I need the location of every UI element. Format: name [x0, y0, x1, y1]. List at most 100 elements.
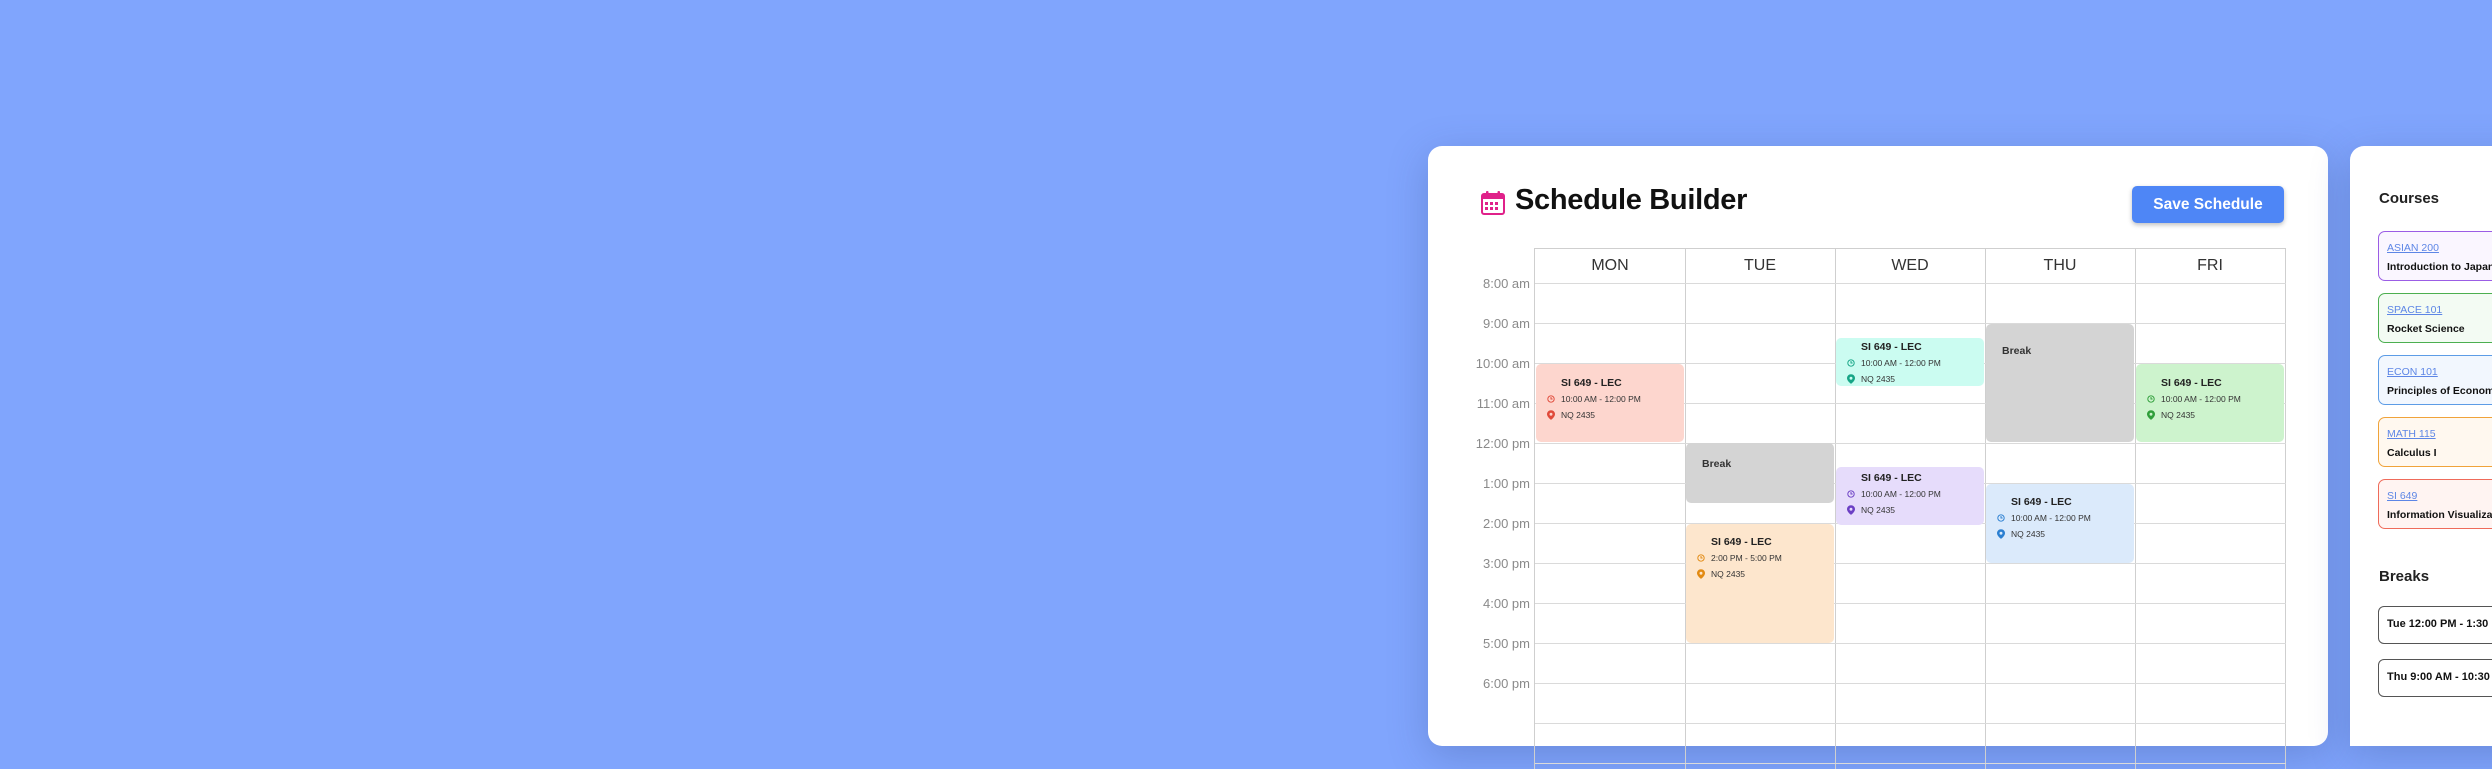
break-item[interactable]: Tue 12:00 PM - 1:30 PM	[2378, 606, 2492, 644]
event-block-wed[interactable]: SI 649 - LEC 10:00 AM - 12:00 PM NQ 2435	[1836, 338, 1984, 386]
event-time: 10:00 AM - 12:00 PM	[1861, 358, 1941, 368]
grid-line	[1535, 723, 2286, 724]
day-header-mon: MON	[1591, 257, 1629, 274]
event-location: NQ 2435	[1561, 410, 1596, 420]
day-header-fri: FRI	[2197, 257, 2223, 274]
break-item[interactable]: Thu 9:00 AM - 10:30 AM	[2378, 659, 2492, 697]
event-time: 10:00 AM - 12:00 PM	[2161, 394, 2241, 404]
course-name: Rocket Science	[2387, 323, 2465, 335]
day-header-tue: TUE	[1744, 257, 1776, 274]
event-time: 10:00 AM - 12:00 PM	[2011, 513, 2091, 523]
time-label: 11:00 am	[1476, 396, 1530, 411]
sidebar-panel: Courses ASIAN 200 Introduction to Japane…	[2350, 146, 2492, 746]
grid-line	[2285, 249, 2286, 769]
grid-line	[1535, 643, 2286, 644]
course-name: Calculus I	[2387, 447, 2437, 459]
event-location: NQ 2435	[2161, 410, 2196, 420]
course-code-link[interactable]: ASIAN 200	[2387, 242, 2492, 254]
event-time-row: 10:00 AM - 12:00 PM	[1547, 394, 1684, 404]
calendar-icon	[1481, 191, 1505, 215]
clock-icon	[1997, 514, 2005, 522]
time-label: 8:00 am	[1483, 276, 1530, 291]
time-label: 3:00 pm	[1483, 556, 1530, 571]
event-location-row: NQ 2435	[1847, 505, 1984, 515]
time-label: 6:00 pm	[1483, 676, 1530, 691]
event-title: SI 649 - LEC	[2011, 496, 2072, 508]
course-name: Principles of Economics	[2387, 385, 2492, 397]
grid-line	[1535, 683, 2286, 684]
event-block-tue[interactable]: SI 649 - LEC 2:00 PM - 5:00 PM NQ 2435	[1686, 524, 1834, 643]
event-block-wed-afternoon[interactable]: SI 649 - LEC 10:00 AM - 12:00 PM NQ 2435	[1836, 467, 1984, 525]
schedule-grid: MON TUE WED THU FRI SI 649 - LEC 10:00 A…	[1534, 248, 2286, 769]
course-name: Information Visualization	[2387, 509, 2492, 521]
grid-line	[1535, 763, 2286, 764]
location-pin-icon	[2147, 410, 2155, 420]
event-time: 10:00 AM - 12:00 PM	[1861, 489, 1941, 499]
time-label: 1:00 pm	[1483, 476, 1530, 491]
event-time-row: 10:00 AM - 12:00 PM	[1847, 358, 1984, 368]
event-block-fri[interactable]: SI 649 - LEC 10:00 AM - 12:00 PM NQ 2435	[2136, 364, 2284, 442]
location-pin-icon	[1847, 505, 1855, 515]
course-item[interactable]: SI 649 Information Visualization	[2378, 479, 2492, 529]
course-item[interactable]: SPACE 101 Rocket Science	[2378, 293, 2492, 343]
day-header-thu: THU	[2043, 257, 2077, 274]
event-title: SI 649 - LEC	[1861, 472, 1922, 484]
course-item[interactable]: MATH 115 Calculus I	[2378, 417, 2492, 467]
location-pin-icon	[1997, 529, 2005, 539]
event-block-mon[interactable]: SI 649 - LEC 10:00 AM - 12:00 PM NQ 2435	[1536, 364, 1684, 442]
event-title: SI 649 - LEC	[1561, 377, 1622, 389]
event-time-row: 10:00 AM - 12:00 PM	[1997, 513, 2134, 523]
breaks-heading: Breaks	[2379, 568, 2430, 585]
course-code-link[interactable]: ECON 101	[2387, 366, 2492, 378]
event-location-row: NQ 2435	[1847, 374, 1984, 384]
grid-line	[1535, 323, 2286, 324]
grid-line	[1685, 249, 1686, 769]
course-item[interactable]: ASIAN 200 Introduction to Japanese	[2378, 231, 2492, 281]
clock-icon	[1847, 490, 1855, 498]
break-block-tue[interactable]: Break	[1686, 443, 1834, 503]
location-pin-icon	[1697, 569, 1705, 579]
event-time-row: 2:00 PM - 5:00 PM	[1697, 553, 1834, 563]
break-block-thu[interactable]: Break	[1986, 324, 2134, 442]
grid-line	[1535, 283, 2286, 284]
event-title: SI 649 - LEC	[1711, 536, 1772, 548]
event-time: 2:00 PM - 5:00 PM	[1711, 553, 1782, 563]
schedule-card: Schedule Builder Save Schedule 8:00 am 9…	[1428, 146, 2328, 769]
event-block-thu[interactable]: SI 649 - LEC 10:00 AM - 12:00 PM NQ 2435	[1986, 484, 2134, 563]
page-title: Schedule Builder	[1515, 184, 1748, 216]
time-label: 5:00 pm	[1483, 636, 1530, 651]
course-code-link[interactable]: SI 649	[2387, 490, 2492, 502]
day-header-wed: WED	[1891, 257, 1929, 274]
event-location: NQ 2435	[1711, 569, 1746, 579]
grid-line	[1535, 563, 2286, 564]
event-title: SI 649 - LEC	[1861, 341, 1922, 353]
event-location-row: NQ 2435	[1997, 529, 2134, 539]
event-location: NQ 2435	[2011, 529, 2046, 539]
clock-icon	[1847, 359, 1855, 367]
clock-icon	[1547, 395, 1555, 403]
time-label: 12:00 pm	[1475, 436, 1530, 451]
event-location-row: NQ 2435	[2147, 410, 2284, 420]
event-time: 10:00 AM - 12:00 PM	[1561, 394, 1641, 404]
grid-line	[1535, 443, 2286, 444]
event-location: NQ 2435	[1861, 505, 1896, 515]
event-location-row: NQ 2435	[1697, 569, 1834, 579]
event-location: NQ 2435	[1861, 374, 1896, 384]
clock-icon	[1697, 554, 1705, 562]
time-label: 9:00 am	[1483, 316, 1530, 331]
save-schedule-button[interactable]: Save Schedule	[2132, 186, 2284, 223]
location-pin-icon	[1547, 410, 1555, 420]
course-code-link[interactable]: SPACE 101	[2387, 304, 2492, 316]
time-label: 2:00 pm	[1483, 516, 1530, 531]
course-item[interactable]: ECON 101 Principles of Economics	[2378, 355, 2492, 405]
event-title: SI 649 - LEC	[2161, 377, 2222, 389]
course-code-link[interactable]: MATH 115	[2387, 428, 2492, 440]
event-time-row: 10:00 AM - 12:00 PM	[1847, 489, 1984, 499]
clock-icon	[2147, 395, 2155, 403]
courses-heading: Courses	[2379, 190, 2440, 207]
time-label: 10:00 am	[1475, 356, 1530, 371]
event-location-row: NQ 2435	[1547, 410, 1684, 420]
event-time-row: 10:00 AM - 12:00 PM	[2147, 394, 2284, 404]
grid-line	[2135, 249, 2136, 769]
location-pin-icon	[1847, 374, 1855, 384]
